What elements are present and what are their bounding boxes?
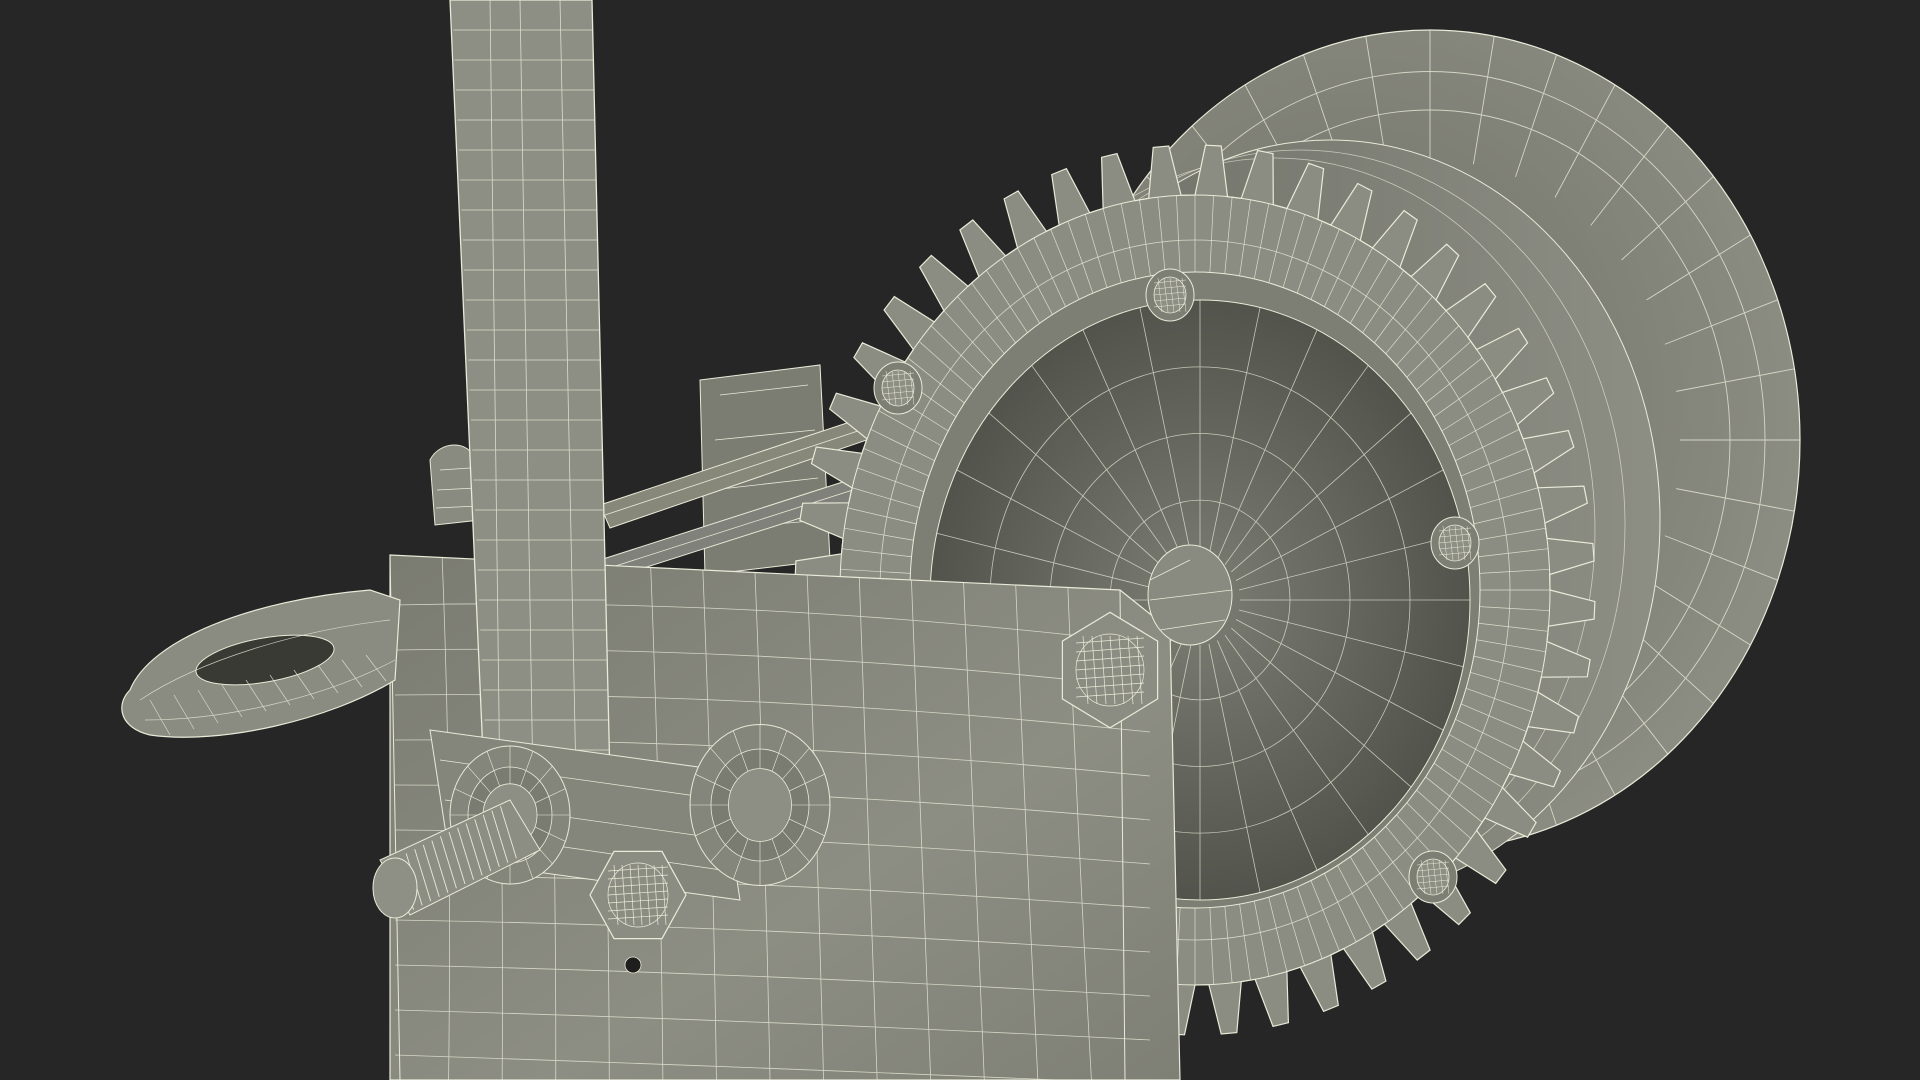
drum-shaft	[1147, 544, 1233, 646]
gear-bolt-icon	[1145, 268, 1195, 322]
hook-eye	[121, 589, 401, 738]
gear-bolt-icon	[1430, 516, 1480, 570]
gear-bolt-icon	[873, 361, 923, 415]
plate-hole	[624, 956, 642, 974]
winch-wireframe-render	[121, 0, 1801, 1080]
washer-icon	[689, 724, 831, 886]
gear-bolt-icon	[1408, 850, 1458, 904]
render-viewport	[0, 0, 1920, 1080]
